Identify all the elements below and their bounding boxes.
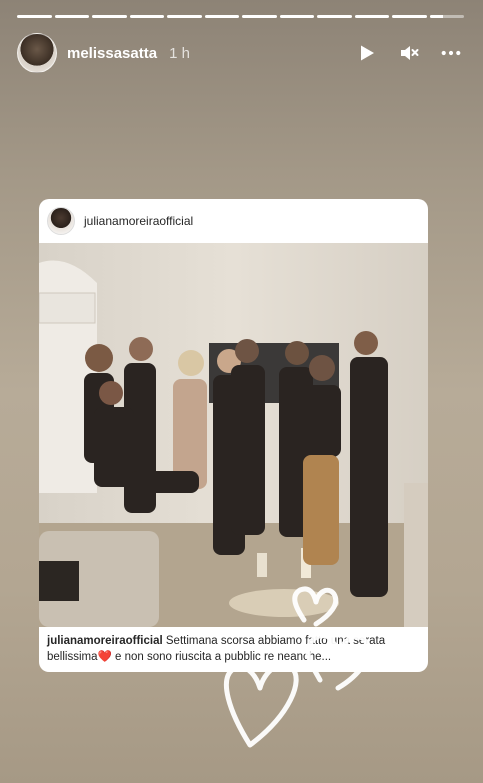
post-username[interactable]: julianamoreiraofficial xyxy=(84,214,193,228)
hearts-sticker xyxy=(223,586,371,748)
progress-segment xyxy=(54,15,89,18)
mute-icon[interactable] xyxy=(399,43,419,63)
heart-emoji: ❤️ xyxy=(97,651,112,663)
progress-segment xyxy=(129,15,164,18)
more-icon[interactable] xyxy=(441,43,461,63)
post-header: julianamoreiraofficial xyxy=(39,199,428,243)
progress-segment xyxy=(92,15,127,18)
story-progress-bar xyxy=(17,15,464,18)
story-header: melissasatta 1 h xyxy=(17,31,461,75)
play-icon[interactable] xyxy=(357,43,377,63)
progress-segment xyxy=(242,15,277,18)
progress-segment xyxy=(204,15,239,18)
story-username[interactable]: melissasatta xyxy=(67,45,157,62)
progress-segment xyxy=(354,15,389,18)
post-avatar[interactable] xyxy=(47,207,75,235)
avatar[interactable] xyxy=(17,33,57,73)
progress-segment xyxy=(279,15,314,18)
progress-segment xyxy=(317,15,352,18)
progress-segment xyxy=(17,15,52,18)
story-controls xyxy=(357,43,461,63)
caption-username[interactable]: julianamoreiraofficial xyxy=(47,635,163,647)
progress-segment xyxy=(167,15,202,18)
progress-segment xyxy=(392,15,427,18)
progress-segment xyxy=(429,15,464,18)
story-time: 1 h xyxy=(169,44,190,62)
